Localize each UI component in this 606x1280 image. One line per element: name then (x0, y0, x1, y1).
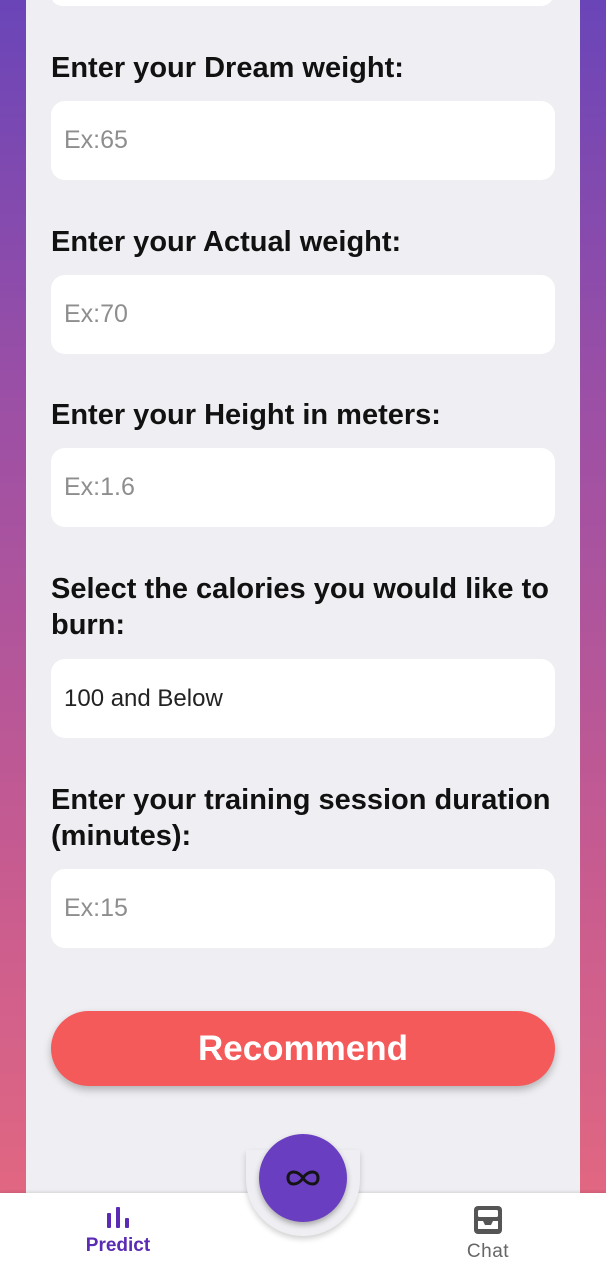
actual-weight-field[interactable] (51, 275, 555, 354)
height-input[interactable] (64, 473, 555, 502)
bar-chart-icon (107, 1207, 129, 1228)
infinity-icon (286, 1170, 320, 1186)
height-field[interactable] (51, 448, 555, 527)
nav-item-chat[interactable]: Chat (428, 1205, 548, 1263)
actual-weight-input[interactable] (64, 300, 555, 329)
calories-selected-value: 100 and Below (64, 684, 223, 712)
fab-button[interactable] (259, 1134, 347, 1222)
dream-weight-field[interactable] (51, 101, 555, 180)
duration-field[interactable] (51, 869, 555, 948)
height-label: Enter your Height in meters: (51, 399, 441, 431)
nav-label-chat: Chat (466, 1241, 510, 1262)
nav-label-predict: Predict (85, 1235, 151, 1256)
chat-tray-icon (474, 1206, 502, 1234)
duration-label: Enter your training session duration (mi… (51, 784, 551, 852)
duration-input[interactable] (64, 894, 555, 923)
nav-item-predict[interactable]: Predict (58, 1205, 178, 1257)
dream-weight-label: Enter your Dream weight: (51, 52, 404, 84)
calories-label: Select the calories you would like to bu… (51, 573, 549, 641)
calories-select[interactable]: 100 and Below (51, 659, 555, 738)
dream-weight-input[interactable] (64, 126, 555, 155)
actual-weight-label: Enter your Actual weight: (51, 226, 402, 258)
recommend-button[interactable]: Recommend (51, 1011, 555, 1086)
previous-field-edge (50, 0, 554, 6)
